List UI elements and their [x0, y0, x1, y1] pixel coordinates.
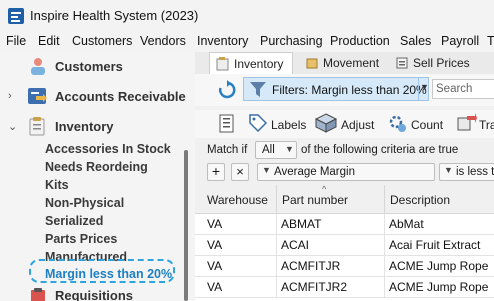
tab-inventory[interactable]: Inventory [209, 52, 293, 75]
chevron-down-icon: ▼ [262, 165, 271, 175]
app-logo-icon [8, 8, 24, 24]
menu-bar: File Edit Customers Vendors Inventory Pu… [0, 32, 494, 52]
table-cell[interactable]: ACME Jump Rope [385, 277, 494, 298]
match-if-label: Match if [207, 144, 248, 156]
table-cell[interactable]: VA [195, 256, 277, 277]
column-header-warehouse[interactable]: Warehouse [195, 185, 277, 214]
sidebar-subitem-accessories-in-stock[interactable]: Accessories In Stock [45, 142, 171, 156]
table-cell[interactable]: VA [195, 214, 277, 235]
match-mode-select[interactable]: All ▼ [255, 141, 297, 159]
filter-selector[interactable]: Filters: Margin less than 20% ▼ [243, 77, 429, 101]
table-cell[interactable]: VA [195, 235, 277, 256]
criteria-operator-select[interactable]: ▼ is less than [439, 163, 494, 181]
labels-button[interactable]: Labels [271, 118, 306, 132]
movement-icon [306, 58, 318, 69]
menu-edit[interactable]: Edit [38, 34, 60, 48]
criteria-match-row: Match if All ▼ of the following criteria… [195, 140, 494, 160]
count-button[interactable]: Count [411, 118, 443, 132]
filter-divider [418, 78, 419, 100]
transfer-icon [457, 113, 477, 131]
refresh-icon[interactable] [217, 80, 237, 100]
menu-customers[interactable]: Customers [72, 34, 132, 48]
chevron-down-icon: ▼ [285, 144, 294, 154]
criteria-suffix-label: of the following criteria are true [301, 144, 459, 156]
requisitions-icon [31, 288, 45, 301]
adjust-box-icon [315, 113, 337, 133]
selected-item-highlight [29, 259, 175, 283]
accounts-receivable-icon [28, 88, 47, 104]
criteria-field-select[interactable]: ▼ Average Margin [257, 163, 435, 181]
table-cell[interactable]: VA [195, 277, 277, 298]
sidebar-subitem-non-physical[interactable]: Non-Physical [45, 196, 124, 210]
sidebar-item-inventory[interactable]: Inventory [55, 119, 114, 134]
chevron-down-icon[interactable]: ▼ [420, 82, 429, 92]
sell-prices-icon [396, 57, 408, 69]
expand-chevron-icon[interactable]: › [8, 90, 12, 102]
table-cell[interactable]: ACME Jump Rope [385, 256, 494, 277]
main-panel: Inventory Movement Sell Prices Filters: … [195, 52, 494, 301]
menu-inventory[interactable]: Inventory [197, 34, 248, 48]
sidebar-subitem-parts-prices[interactable]: Parts Prices [45, 232, 117, 246]
adjust-button[interactable]: Adjust [341, 118, 374, 132]
customers-icon [31, 58, 45, 75]
action-toolbar: Labels Adjust Count Tra [195, 110, 494, 138]
title-bar: Inspire Health System (2023) [0, 0, 494, 32]
table-cell[interactable]: ABMAT [277, 214, 385, 235]
table-cell[interactable]: ACMFITJR2 [277, 277, 385, 298]
table-cell[interactable]: AbMat [385, 214, 494, 235]
menu-file[interactable]: File [6, 34, 26, 48]
collapse-chevron-icon[interactable]: ⌄ [8, 120, 17, 133]
sidebar-item-accounts-receivable[interactable]: Accounts Receivable [55, 89, 186, 104]
menu-payroll[interactable]: Payroll [441, 34, 479, 48]
label-tag-icon [249, 114, 267, 132]
window-title: Inspire Health System (2023) [30, 8, 199, 23]
document-list-icon[interactable] [217, 113, 239, 135]
sidebar-item-requisitions[interactable]: Requisitions [55, 288, 133, 301]
filter-toolbar: Filters: Margin less than 20% ▼ Search [195, 74, 494, 106]
remove-criteria-button[interactable]: × [231, 163, 249, 181]
sidebar-subitem-kits[interactable]: Kits [45, 178, 69, 192]
column-header-description[interactable]: Description [385, 185, 494, 214]
table-cell[interactable]: ACMFITJR [277, 256, 385, 277]
sidebar-subitem-needs-reordering[interactable]: Needs Reordeing [45, 160, 148, 174]
menu-purchasing[interactable]: Purchasing [260, 34, 323, 48]
menu-vendors[interactable]: Vendors [140, 34, 186, 48]
tab-sell-prices[interactable]: Sell Prices [389, 52, 479, 74]
inventory-tab-icon [216, 57, 229, 71]
menu-more[interactable]: T [487, 34, 494, 48]
sidebar-subitem-serialized[interactable]: Serialized [45, 214, 103, 228]
table-cell[interactable]: Acai Fruit Extract [385, 235, 494, 256]
sidebar-item-customers[interactable]: Customers [55, 59, 123, 74]
search-input[interactable]: Search [432, 79, 494, 99]
funnel-icon [250, 82, 266, 97]
count-gear-icon [389, 115, 406, 132]
menu-sales[interactable]: Sales [400, 34, 431, 48]
filter-label: Filters: Margin less than 20% [272, 83, 427, 97]
chevron-down-icon: ▼ [444, 165, 453, 175]
transfer-button[interactable]: Tra [479, 118, 494, 132]
add-criteria-button[interactable]: + [207, 163, 225, 181]
tab-movement[interactable]: Movement [299, 52, 381, 74]
column-header-part-number[interactable]: ^ Part number [277, 184, 385, 214]
inventory-icon [29, 117, 45, 136]
sidebar-scrollbar[interactable] [184, 150, 188, 301]
tab-bar: Inventory Movement Sell Prices [195, 52, 494, 75]
criteria-rule-row: + × ▼ Average Margin ▼ is less than [195, 162, 494, 182]
table-cell[interactable]: ACAI [277, 235, 385, 256]
menu-production[interactable]: Production [330, 34, 390, 48]
inventory-table: Warehouse ^ Part number Description VA A… [195, 184, 494, 301]
